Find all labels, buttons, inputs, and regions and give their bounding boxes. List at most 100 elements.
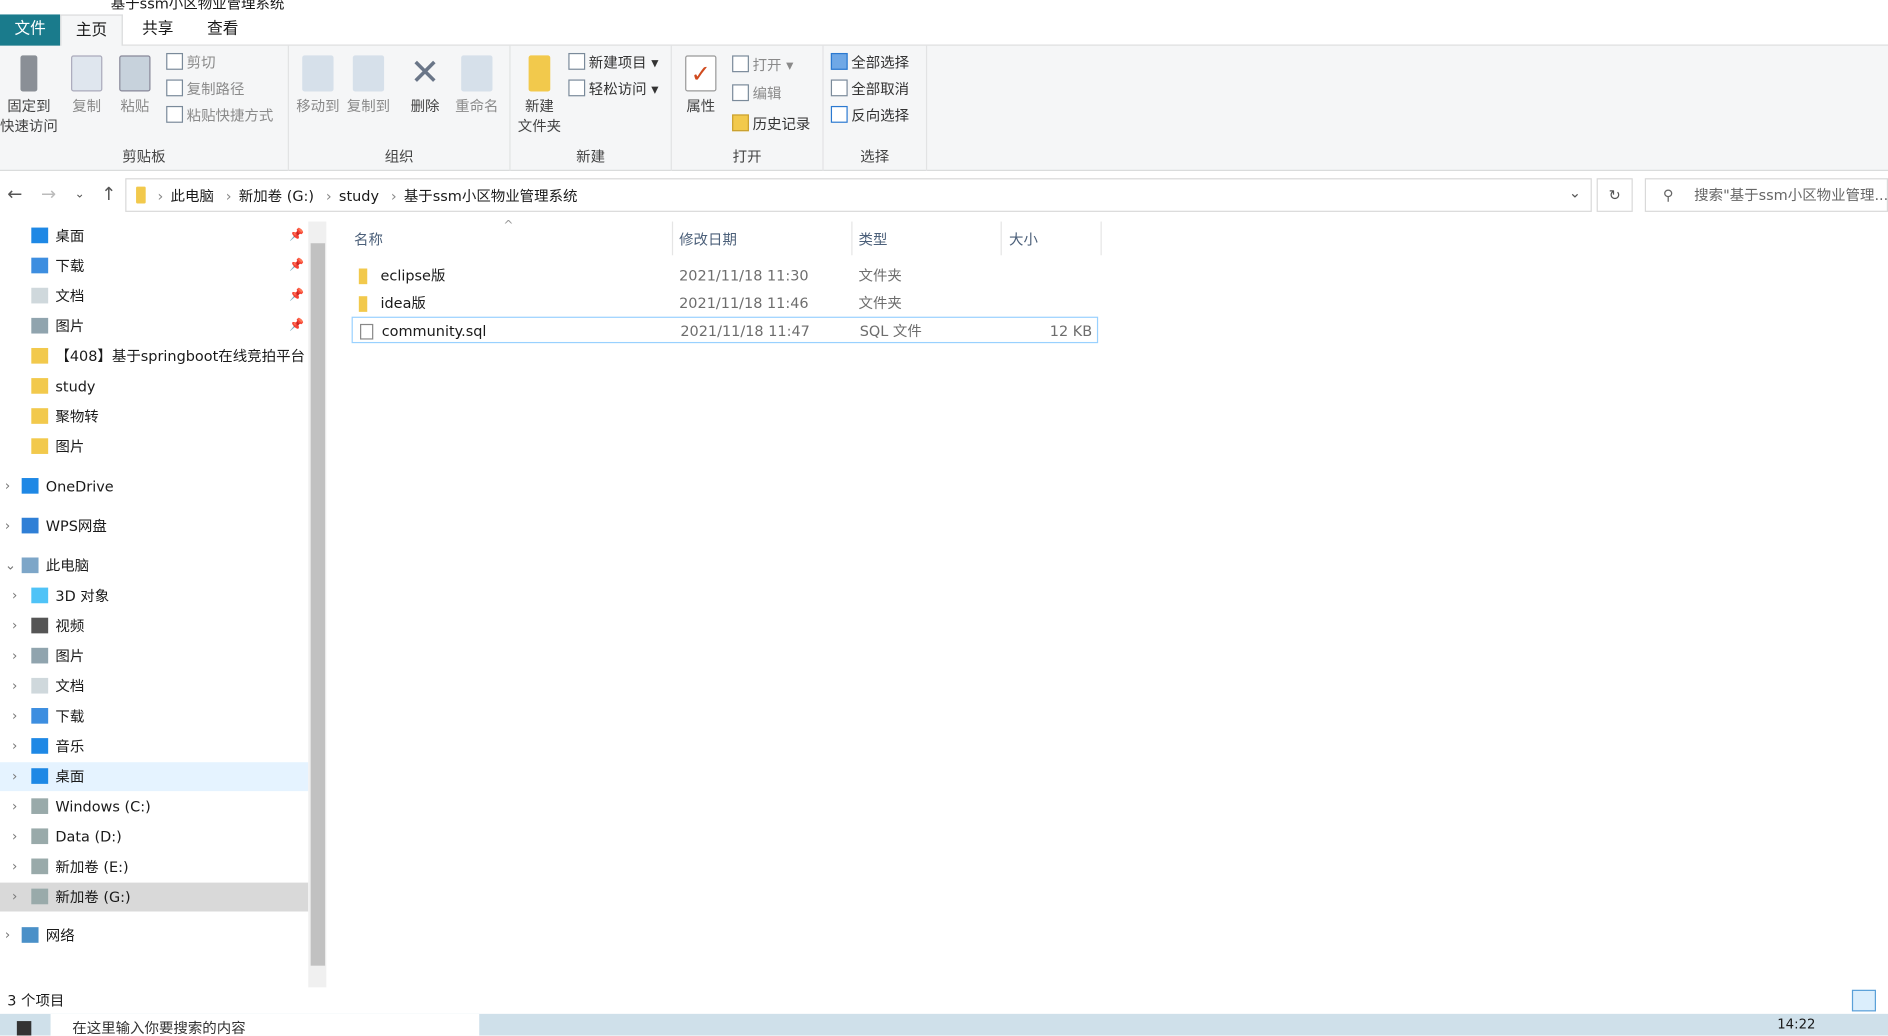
nav-pc-item[interactable]: › 视频 — [0, 612, 308, 641]
paste-shortcut-button[interactable]: 粘贴快捷方式 — [166, 104, 273, 128]
wps-cloud-icon — [21, 517, 39, 534]
copy-path-label: 复制路径 — [186, 80, 245, 98]
easy-access-icon — [568, 79, 586, 97]
nav-pc-item[interactable]: › 桌面 — [0, 762, 309, 792]
sort-ascending-icon: ^ — [503, 219, 514, 233]
history-button[interactable]: 历史记录 — [732, 112, 810, 136]
paste-button[interactable]: 粘贴 — [116, 55, 155, 116]
properties-button[interactable]: ✓ 属性 — [679, 55, 722, 116]
windows-drive-icon — [31, 798, 49, 814]
nav-quick-item[interactable]: 图片 — [0, 432, 308, 461]
invert-selection-button[interactable]: 反向选择 — [830, 104, 909, 128]
chevron-right-icon: › — [4, 478, 11, 494]
new-item-button[interactable]: 新建项目 ▾ — [568, 51, 658, 75]
up-button[interactable]: ↑ — [101, 183, 116, 205]
tab-share[interactable]: 共享 — [128, 14, 188, 45]
nav-pc-item[interactable]: › Data (D:) — [0, 822, 308, 851]
nav-quick-item[interactable]: 【408】基于springboot在线竞拍平台 — [0, 342, 308, 371]
details-view-button[interactable] — [1851, 989, 1876, 1012]
history-icon — [732, 114, 749, 132]
crumb-drive-g[interactable]: 新加卷 (G:) — [239, 188, 314, 205]
new-group-label: 新建 — [576, 148, 606, 165]
new-item-icon — [568, 52, 586, 70]
easy-access-button[interactable]: 轻松访问 ▾ — [568, 77, 658, 101]
crumb-current-folder[interactable]: 基于ssm小区物业管理系统 — [404, 188, 578, 205]
chevron-right-icon: › — [12, 768, 18, 784]
drive-icon — [31, 888, 49, 905]
file-row[interactable]: eclipse版 2021/11/18 11:30 文件夹 — [352, 262, 1099, 288]
start-button[interactable] — [16, 1021, 32, 1036]
copy-path-button[interactable]: 复制路径 — [166, 77, 244, 101]
refresh-button[interactable]: ↻ — [1596, 178, 1633, 212]
chevron-right-icon: › — [12, 677, 18, 694]
nav-pc-item[interactable]: › 3D 对象 — [0, 582, 308, 611]
nav-wps[interactable]: › WPS网盘 — [0, 512, 308, 541]
tab-file[interactable]: 文件 — [0, 14, 61, 46]
nav-scrollbar-thumb[interactable] — [310, 243, 326, 966]
nav-quick-item[interactable]: study — [0, 372, 308, 401]
nav-quick-item[interactable]: 📌 文档 — [0, 282, 308, 311]
crumb-study[interactable]: study — [339, 188, 379, 205]
copy-button[interactable]: 复制 — [67, 55, 106, 116]
nav-quick-item[interactable]: 📌 桌面 — [0, 222, 308, 251]
column-date[interactable]: 修改日期 — [679, 229, 737, 249]
open-label: 打开 — [752, 56, 782, 74]
clock[interactable]: 14:22 — [1777, 1016, 1815, 1032]
select-all-button[interactable]: 全部选择 — [830, 51, 909, 75]
file-name: eclipse版 — [380, 267, 446, 285]
title-bar: 基于ssm小区物业管理系统 — [0, 0, 1888, 13]
copy-to-button[interactable]: 复制到 — [344, 55, 392, 116]
chevron-right-icon: › — [12, 708, 18, 724]
recent-dropdown[interactable]: ⌄ — [75, 188, 85, 201]
nav-pc-item[interactable]: › Windows (C:) — [0, 792, 308, 821]
nav-network[interactable]: › 网络 — [0, 921, 308, 950]
chevron-right-icon: › — [12, 738, 18, 754]
column-name[interactable]: 名称 — [354, 229, 383, 249]
chevron-right-icon: › — [4, 927, 11, 943]
tab-view[interactable]: 查看 — [193, 14, 253, 45]
column-size[interactable]: 大小 — [1009, 229, 1038, 249]
move-to-button[interactable]: 移动到 — [294, 55, 342, 116]
nav-pc-item[interactable]: › 文档 — [0, 672, 308, 701]
nav-onedrive[interactable]: › OneDrive — [0, 472, 308, 501]
nav-this-pc[interactable]: ⌄ 此电脑 — [0, 551, 308, 580]
nav-pc-item[interactable]: › 图片 — [0, 642, 308, 671]
nav-quick-item[interactable]: 📌 下载 — [0, 252, 308, 281]
drive-icon — [31, 858, 49, 875]
back-button[interactable]: ← — [7, 183, 22, 205]
select-none-button[interactable]: 全部取消 — [830, 77, 909, 101]
search-input[interactable]: ⚲ 搜索"基于ssm小区物业管理... — [1644, 178, 1888, 212]
rename-button[interactable]: 重命名 — [450, 55, 503, 116]
address-dropdown-chevron-icon[interactable]: ⌄ — [1569, 184, 1581, 201]
pictures-icon — [31, 647, 49, 664]
crumb-this-pc[interactable]: 此电脑 — [171, 188, 214, 205]
tab-home[interactable]: 主页 — [60, 14, 123, 47]
download-icon — [31, 257, 49, 274]
column-type[interactable]: 类型 — [859, 229, 888, 249]
file-row[interactable]: idea版 2021/11/18 11:46 文件夹 — [352, 290, 1099, 316]
new-folder-button[interactable]: 新建 文件夹 — [513, 55, 566, 137]
nav-pc-item[interactable]: › 音乐 — [0, 732, 308, 761]
path-icon — [166, 79, 184, 97]
nav-label: 【408】基于springboot在线竞拍平台 — [55, 347, 305, 365]
cut-button[interactable]: 剪切 — [166, 51, 216, 75]
network-icon — [21, 927, 39, 943]
address-bar[interactable]: › 此电脑 › 新加卷 (G:) › study › 基于ssm小区物业管理系统 ⌄ — [125, 178, 1592, 212]
nav-quick-item[interactable]: 📌 图片 — [0, 312, 308, 341]
open-button[interactable]: 打开 ▾ — [732, 53, 793, 77]
nav-pc-item[interactable]: › 新加卷 (G:) — [0, 882, 309, 912]
file-row[interactable]: community.sql 2021/11/18 11:47 SQL 文件 12… — [351, 316, 1099, 344]
shortcut-icon — [166, 105, 184, 123]
pin-quick-access-button[interactable]: 固定到 快速访问 — [0, 55, 58, 137]
window-title: 基于ssm小区物业管理系统 — [110, 0, 285, 13]
delete-button[interactable]: ✕ 删除 — [405, 55, 446, 116]
nav-label: 文档 — [55, 677, 85, 695]
organize-group-label: 组织 — [384, 148, 414, 165]
edit-button[interactable]: 编辑 — [732, 82, 781, 106]
nav-pc-item[interactable]: › 下载 — [0, 702, 308, 731]
nav-pc-item[interactable]: › 新加卷 (E:) — [0, 853, 308, 882]
nav-quick-item[interactable]: 聚物转 — [0, 402, 308, 431]
forward-button[interactable]: → — [41, 183, 56, 205]
folder-icon — [31, 408, 49, 424]
taskbar-search[interactable]: 在这里输入你要搜索的内容 — [50, 1013, 480, 1036]
